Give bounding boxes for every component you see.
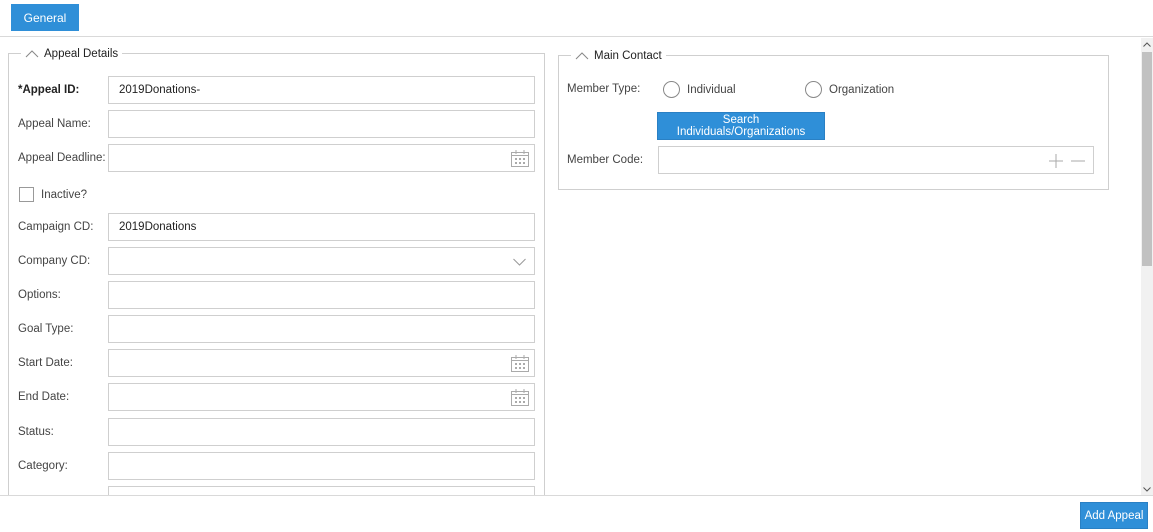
options-input[interactable] [108,281,535,309]
inactive-label: Inactive? [41,188,88,201]
individual-radio[interactable] [663,81,680,98]
company-cd-label: Company CD: [18,255,91,267]
company-cd-select[interactable] [108,247,535,275]
campaign-cd-label: Campaign CD: [18,221,94,233]
footer-bar: Add Appeal [0,495,1153,532]
member-type-label: Member Type: [567,83,641,95]
chevron-down-icon[interactable] [513,258,526,266]
add-appeal-button[interactable]: Add Appeal [1080,502,1148,529]
appeal-id-label: *Appeal ID: [18,84,80,96]
appeal-id-input[interactable]: 2019Donations- [108,76,535,104]
appeal-deadline-label: Appeal Deadline: [18,152,106,164]
scroll-up-icon[interactable] [1141,38,1153,50]
inactive-checkbox[interactable] [19,187,34,202]
member-type-organization[interactable]: Organization [805,81,894,98]
campaign-cd-input[interactable]: 2019Donations [108,213,535,241]
calendar-icon[interactable] [511,150,529,167]
category-label: Category: [18,460,68,472]
appeal-details-group: Appeal Details *Appeal ID: 2019Donations… [8,46,545,495]
main-contact-title: Main Contact [594,50,662,62]
main-contact-group: Main Contact Member Type: Individual Org… [558,48,1109,190]
member-code-label: Member Code: [567,154,644,166]
individual-label: Individual [687,83,736,96]
vertical-scrollbar[interactable] [1141,38,1153,495]
appeal-details-legend[interactable]: Appeal Details [21,46,123,62]
end-date-label: End Date: [18,391,70,403]
member-type-individual[interactable]: Individual [663,81,736,98]
end-date-input[interactable] [108,383,535,411]
start-date-label: Start Date: [18,357,73,369]
chevron-up-icon [25,50,39,58]
campaign-cd-value: 2019Donations [119,221,197,233]
calendar-icon[interactable] [511,355,529,372]
next-field-input[interactable] [108,486,535,495]
options-label: Options: [18,289,61,301]
category-input[interactable] [108,452,535,480]
appeal-id-value: 2019Donations- [119,84,201,96]
organization-radio[interactable] [805,81,822,98]
inactive-row: Inactive? [19,187,87,202]
chevron-up-icon [575,52,589,60]
calendar-icon[interactable] [511,389,529,406]
appeal-name-input[interactable] [108,110,535,138]
start-date-input[interactable] [108,349,535,377]
appeal-name-label: Appeal Name: [18,118,91,130]
plus-icon[interactable] [1049,154,1063,168]
minus-icon[interactable] [1071,154,1085,168]
goal-type-input[interactable] [108,315,535,343]
status-label: Status: [18,426,54,438]
member-code-input[interactable] [658,146,1094,174]
goal-type-label: Goal Type: [18,323,74,335]
tab-general[interactable]: General [11,4,79,31]
main-contact-legend[interactable]: Main Contact [571,48,666,64]
scrollbar-thumb[interactable] [1142,52,1152,266]
appeal-details-title: Appeal Details [44,48,119,60]
scroll-down-icon[interactable] [1141,483,1153,495]
organization-label: Organization [829,83,895,96]
tab-bar: General [0,0,1153,37]
search-individuals-organizations-button[interactable]: Search Individuals/Organizations [657,112,825,140]
form-content: Appeal Details *Appeal ID: 2019Donations… [0,38,1141,495]
status-input[interactable] [108,418,535,446]
appeal-deadline-input[interactable] [108,144,535,172]
